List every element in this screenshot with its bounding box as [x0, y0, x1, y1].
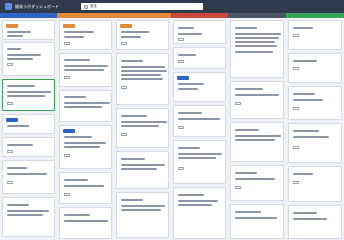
- board-columns: [0, 13, 344, 240]
- card[interactable]: [59, 53, 112, 87]
- card[interactable]: [173, 72, 226, 102]
- app-logo[interactable]: 開発ラボダッシュボード: [5, 3, 59, 10]
- board-column: [0, 13, 57, 240]
- card[interactable]: [2, 137, 55, 157]
- card[interactable]: [173, 47, 226, 69]
- search-input[interactable]: 設定: [90, 4, 97, 9]
- logo-icon: [5, 3, 12, 10]
- card[interactable]: [230, 165, 284, 201]
- card[interactable]: [59, 172, 112, 204]
- card[interactable]: [2, 160, 55, 194]
- card[interactable]: [230, 204, 284, 239]
- card[interactable]: [288, 166, 342, 202]
- card[interactable]: [116, 108, 169, 148]
- search-box[interactable]: 設定: [81, 3, 203, 10]
- card[interactable]: [116, 53, 169, 105]
- card[interactable]: [59, 90, 112, 122]
- card[interactable]: [173, 187, 226, 239]
- card[interactable]: [288, 123, 342, 163]
- column-header: [0, 13, 57, 18]
- card[interactable]: [59, 20, 112, 50]
- card[interactable]: [59, 125, 112, 169]
- card[interactable]: [2, 42, 55, 76]
- card[interactable]: [116, 192, 169, 238]
- card[interactable]: [230, 20, 284, 78]
- board-column: [286, 13, 344, 240]
- board-column: [171, 13, 228, 240]
- card[interactable]: [2, 197, 55, 237]
- top-bar: 開発ラボダッシュボード 設定: [0, 0, 344, 13]
- card[interactable]: [116, 20, 169, 50]
- search-icon: [84, 4, 88, 9]
- card[interactable]: [173, 20, 226, 44]
- card[interactable]: [288, 53, 342, 83]
- board-column: [228, 13, 286, 240]
- app-title: 開発ラボダッシュボード: [15, 4, 59, 9]
- card[interactable]: [173, 105, 226, 137]
- tag: [6, 24, 18, 28]
- card[interactable]: [59, 207, 112, 239]
- card[interactable]: [2, 20, 55, 40]
- card[interactable]: [288, 205, 342, 239]
- card[interactable]: [173, 140, 226, 184]
- card[interactable]: [116, 151, 169, 189]
- card[interactable]: [288, 86, 342, 120]
- card[interactable]: [2, 79, 55, 111]
- card[interactable]: [288, 20, 342, 50]
- card[interactable]: [230, 122, 284, 162]
- board-column: [114, 13, 171, 240]
- board-column: [57, 13, 114, 240]
- card[interactable]: [2, 114, 55, 134]
- card[interactable]: [230, 81, 284, 119]
